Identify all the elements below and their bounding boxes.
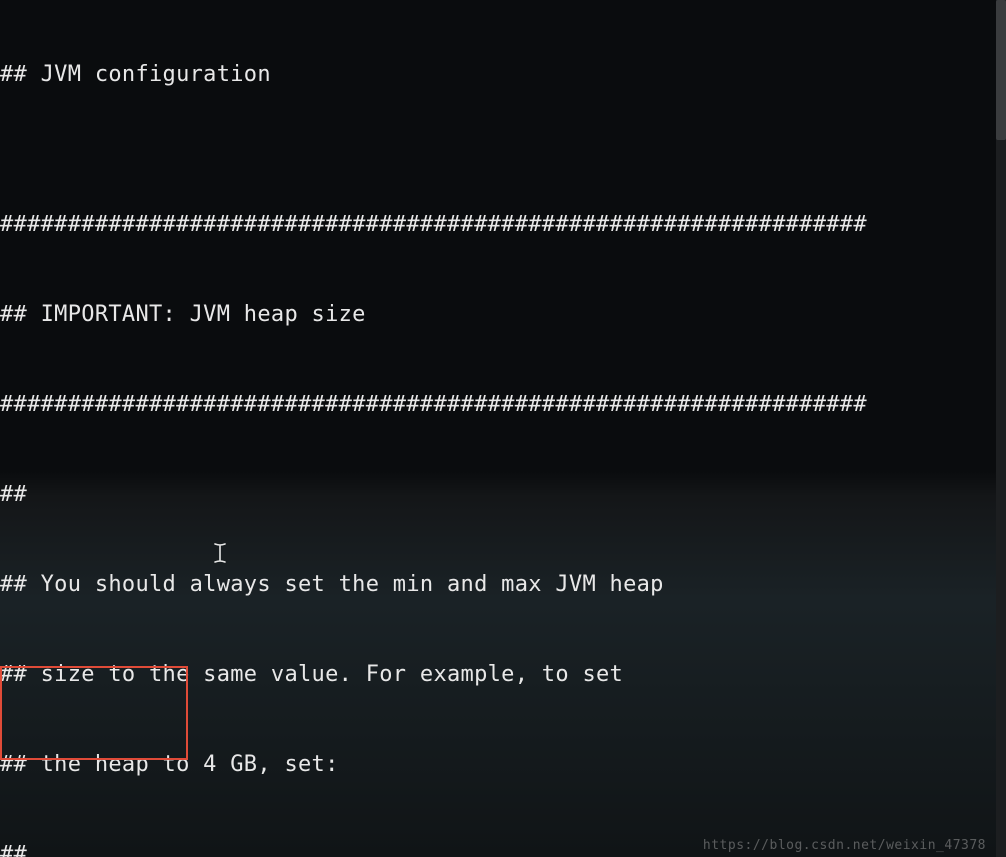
scrollbar-thumb[interactable] <box>996 0 1006 140</box>
watermark-text: https://blog.csdn.net/weixin_47378 <box>703 838 986 853</box>
scrollbar-track[interactable] <box>996 0 1006 857</box>
config-line: ## IMPORTANT: JVM heap size <box>0 300 1006 330</box>
config-line: ## JVM configuration <box>0 60 1006 90</box>
text-cursor-icon <box>213 542 227 570</box>
config-line: ## the heap to 4 GB, set: <box>0 750 1006 780</box>
config-line: ########################################… <box>0 210 1006 240</box>
config-line: ## <box>0 480 1006 510</box>
config-line: ## You should always set the min and max… <box>0 570 1006 600</box>
config-line: ## size to the same value. For example, … <box>0 660 1006 690</box>
config-line: ########################################… <box>0 390 1006 420</box>
terminal-editor[interactable]: ## JVM configuration ###################… <box>0 0 1006 857</box>
